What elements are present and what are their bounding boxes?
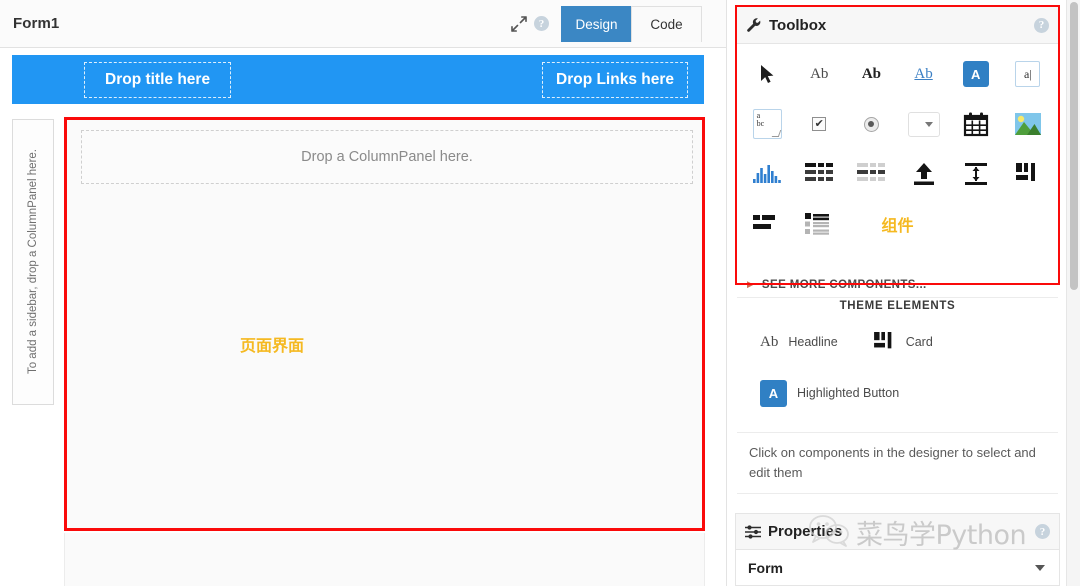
right-panel-scrollbar[interactable] — [1066, 0, 1080, 586]
theme-elements-title: THEME ELEMENTS — [839, 300, 956, 312]
toolbox-item-columnpanel-component[interactable] — [793, 202, 845, 246]
toolbox-empty-cell — [950, 202, 1002, 246]
properties-object-name: Form — [748, 559, 783, 576]
columnpanel-drop-zone[interactable]: Drop a ColumnPanel here. — [81, 130, 693, 184]
ab-icon: Ab — [760, 333, 779, 350]
toolbox-item-fileloader-component[interactable] — [898, 152, 950, 196]
toolbox-item-spacer-component[interactable] — [950, 152, 1002, 196]
checkbox-icon: ✔ — [812, 117, 827, 131]
plot-icon — [753, 165, 781, 183]
calendar-icon — [963, 112, 988, 137]
repeatingpanel-icon — [857, 163, 886, 181]
card-icon — [1015, 163, 1035, 181]
theme-item-highlighted-button[interactable]: A Highlighted Button — [760, 379, 900, 407]
toolbox-item-linearpanel-component[interactable] — [741, 202, 793, 246]
see-more-components-button[interactable]: ▶ SEE MORE COMPONENTS... — [737, 272, 1058, 298]
radiobutton-icon — [863, 116, 879, 132]
right-panel: Toolbox ? Ab Ab Ab A a| a bc ✔ 组件 ▶ SEE … — [726, 0, 1080, 586]
designer-hint-text: Click on components in the designer to s… — [749, 445, 1036, 481]
scrollbar-thumb[interactable] — [1070, 2, 1078, 290]
chevron-right-icon: ▶ — [747, 279, 754, 289]
page-title: Form1 — [13, 15, 60, 32]
cursor-icon — [760, 65, 773, 83]
theme-elements-row-2: A Highlighted Button — [737, 375, 1058, 411]
spacer-icon — [964, 163, 987, 185]
page-canvas[interactable]: Drop a ColumnPanel here. 页面界面 — [64, 117, 705, 531]
theme-item-label: Highlighted Button — [797, 386, 900, 400]
toolbox-item-plot-component[interactable] — [741, 152, 793, 196]
header-actions: ? Design Code — [506, 0, 726, 48]
help-icon[interactable]: ? — [534, 16, 549, 31]
toolbox-item-datepicker-component[interactable] — [950, 102, 1002, 146]
bold-label-icon: Ab — [861, 65, 881, 82]
help-icon[interactable]: ? — [1035, 524, 1050, 539]
theme-item-label: Card — [905, 335, 933, 349]
title-banner: Drop title here Drop Links here — [12, 55, 704, 104]
textbox-icon: a| — [1015, 61, 1041, 87]
label-icon: Ab — [810, 65, 829, 82]
canvas-overflow — [64, 533, 705, 586]
dropdown-icon — [907, 111, 940, 137]
help-icon[interactable]: ? — [1034, 17, 1049, 33]
theme-item-headline[interactable]: Ab Headline — [760, 334, 838, 351]
toolbox-item-cursor-tool[interactable] — [741, 52, 793, 96]
card-icon — [873, 332, 892, 349]
tab-design[interactable]: Design — [561, 5, 632, 42]
form-header: Form1 ? Design Code — [0, 0, 726, 48]
toolbox-item-radiobutton-component[interactable] — [845, 102, 897, 146]
see-more-label: SEE MORE COMPONENTS... — [761, 278, 927, 291]
designer-area: Form1 ? Design Code Drop title here Drop… — [0, 0, 726, 586]
drop-links-zone[interactable]: Drop Links here — [542, 61, 688, 98]
sidebar-drop-zone[interactable]: To add a sidebar, drop a ColumnPanel her… — [12, 119, 54, 405]
datagrid-icon — [805, 163, 834, 181]
chevron-down-icon — [1035, 564, 1045, 571]
sliders-icon — [745, 524, 761, 539]
toolbox-item-image-component[interactable] — [1002, 102, 1054, 146]
toolbox-item-card-component[interactable] — [1002, 152, 1054, 196]
toolbox-item-checkbox-component[interactable]: ✔ — [793, 102, 845, 146]
textarea-icon: a bc — [752, 109, 782, 139]
properties-title: Properties — [768, 523, 843, 540]
properties-header: Properties ? — [735, 513, 1060, 549]
wrench-icon — [746, 17, 762, 33]
link-icon: Ab — [914, 65, 933, 82]
expand-arrows-icon[interactable] — [506, 11, 532, 37]
theme-item-label: Headline — [788, 335, 838, 349]
linearpanel-icon — [753, 215, 776, 229]
columnpanel-drop-label: Drop a ColumnPanel here. — [301, 149, 473, 165]
toolbox-item-textarea-component[interactable]: a bc — [741, 102, 793, 146]
button-icon: A — [962, 61, 989, 87]
designer-hint: Click on components in the designer to s… — [737, 432, 1058, 494]
theme-item-card[interactable]: Card — [873, 332, 933, 352]
toolbox-item-label-component[interactable]: Ab — [793, 52, 845, 96]
toolbox-body: Ab Ab Ab A a| a bc ✔ 组件 — [737, 44, 1058, 284]
blue-a-button-icon: A — [760, 379, 787, 407]
upload-icon — [913, 163, 934, 185]
toolbox-item-repeatingpanel-component[interactable] — [845, 152, 897, 196]
toolbox-item-datagrid-component[interactable] — [793, 152, 845, 196]
drop-title-zone[interactable]: Drop title here — [84, 61, 232, 98]
properties-object-selector[interactable]: Form — [735, 549, 1060, 586]
columnpanel-icon — [805, 213, 830, 235]
toolbox-header: Toolbox ? — [737, 7, 1058, 44]
sidebar-drop-label: To add a sidebar, drop a ColumnPanel her… — [27, 149, 39, 375]
toolbox-item-textbox-component[interactable]: a| — [1002, 52, 1054, 96]
toolbox-annotation: 组件 — [881, 216, 914, 235]
toolbox-item-dropdown-component[interactable] — [898, 102, 950, 146]
theme-elements-row-1: Ab Headline Card — [737, 327, 1058, 357]
toolbox-item-link-component[interactable]: Ab — [898, 52, 950, 96]
anvil-designer-app: Form1 ? Design Code Drop title here Drop… — [0, 0, 1080, 586]
canvas-annotation: 页面界面 — [240, 336, 305, 355]
image-icon — [1014, 113, 1041, 135]
tab-code[interactable]: Code — [631, 5, 702, 42]
toolbox-item-bold-label-component[interactable]: Ab — [845, 52, 897, 96]
toolbox-grid: Ab Ab Ab A a| a bc ✔ 组件 — [737, 44, 1058, 246]
toolbox-item-button-component[interactable]: A — [950, 52, 1002, 96]
toolbox-title: Toolbox — [769, 16, 827, 34]
